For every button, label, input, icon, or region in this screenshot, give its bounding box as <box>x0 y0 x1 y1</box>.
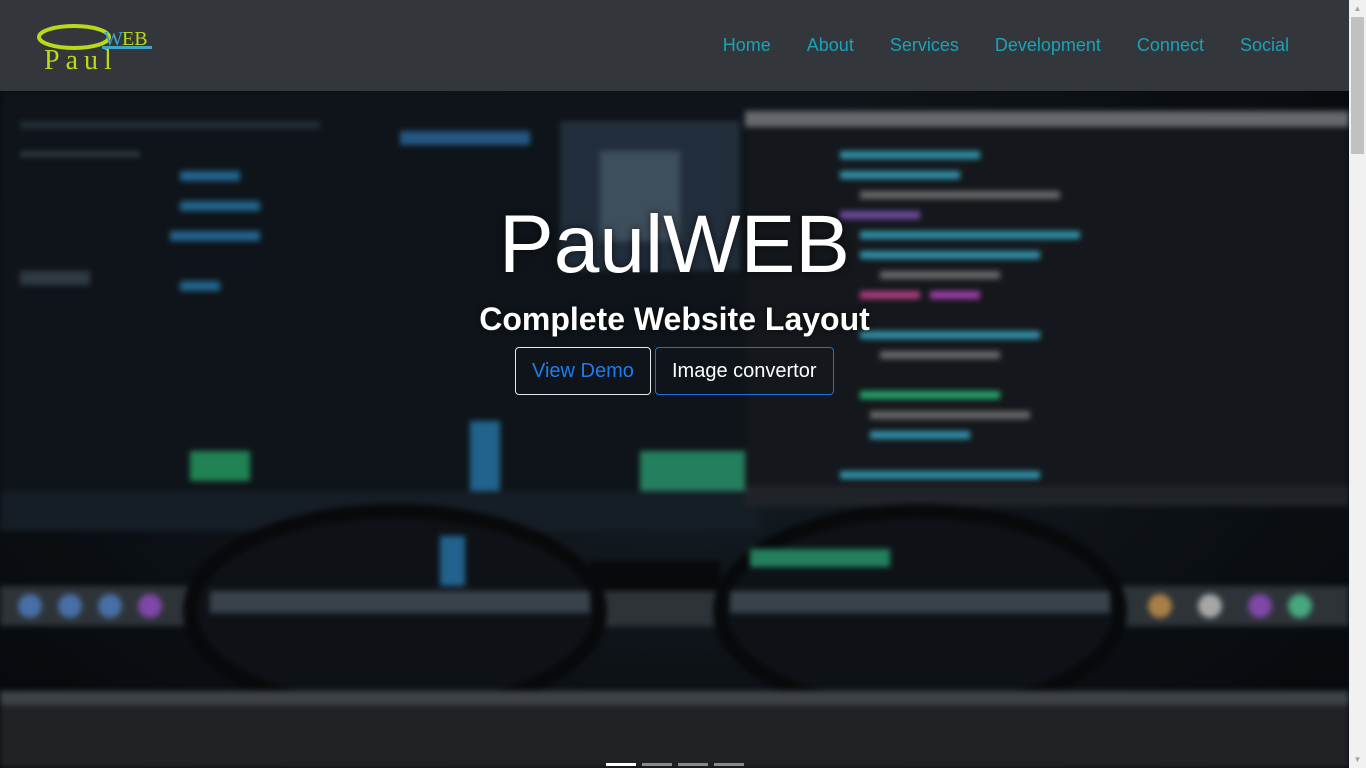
svg-text:Paul: Paul <box>44 45 118 72</box>
hero-caption: PaulWEB Complete Website Layout View Dem… <box>0 91 1349 768</box>
navbar: W EB Paul Home About Services Developmen… <box>0 0 1349 91</box>
image-convertor-button[interactable]: Image convertor <box>655 347 834 395</box>
nav-about-link[interactable]: About <box>789 35 872 56</box>
nav-home-link[interactable]: Home <box>705 35 789 56</box>
view-demo-button[interactable]: View Demo <box>515 347 651 395</box>
carousel-indicator[interactable] <box>606 763 636 766</box>
paulweb-logo-icon: W EB Paul <box>37 24 152 72</box>
carousel-indicator[interactable] <box>642 763 672 766</box>
scroll-down-arrow-icon[interactable]: ▼ <box>1349 751 1366 768</box>
nav-development-link[interactable]: Development <box>977 35 1119 56</box>
carousel-indicators <box>606 763 744 766</box>
scrollbar-thumb[interactable] <box>1351 17 1364 154</box>
nav-connect-link[interactable]: Connect <box>1119 35 1222 56</box>
carousel-indicator[interactable] <box>678 763 708 766</box>
vertical-scrollbar[interactable]: ▲ ▼ <box>1349 0 1366 768</box>
main-nav: Home About Services Development Connect … <box>705 0 1307 91</box>
carousel-indicator[interactable] <box>714 763 744 766</box>
hero-subtitle: Complete Website Layout <box>479 301 870 337</box>
nav-services-link[interactable]: Services <box>872 35 977 56</box>
logo[interactable]: W EB Paul <box>36 20 156 72</box>
hero-carousel: PaulWEB Complete Website Layout View Dem… <box>0 91 1349 768</box>
hero-title: PaulWEB <box>499 199 850 290</box>
hero-buttons: View Demo Image convertor <box>515 347 834 395</box>
scroll-up-arrow-icon[interactable]: ▲ <box>1349 0 1366 17</box>
nav-social-link[interactable]: Social <box>1222 35 1307 56</box>
